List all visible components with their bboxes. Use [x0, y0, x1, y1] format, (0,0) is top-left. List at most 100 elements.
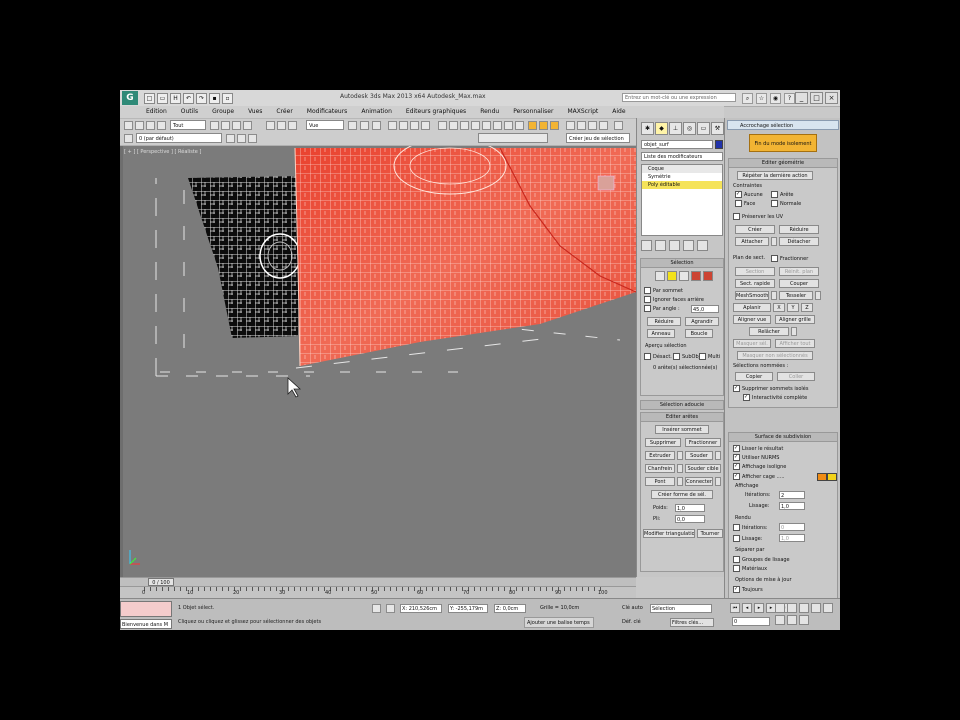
quickslice-button[interactable]: Sect. rapide: [735, 279, 775, 288]
unlink-icon[interactable]: [146, 121, 155, 130]
exit-isolation-button[interactable]: Fin du mode isolement: [749, 134, 817, 152]
bind-spacewarp-icon[interactable]: [157, 121, 166, 130]
constraint-edge-option[interactable]: Arête: [771, 191, 793, 198]
perspective-viewport[interactable]: [ + ] [ Perspective ] [ Réaliste ]: [120, 146, 636, 577]
remove-modifier-icon[interactable]: [683, 240, 694, 251]
render-iterations-checkbox[interactable]: [733, 524, 740, 531]
z-coordinate-field[interactable]: Z: 0,0cm: [494, 604, 526, 613]
preview-off-radio[interactable]: [644, 353, 651, 360]
menu-customize[interactable]: Personnaliser: [513, 106, 553, 118]
align-icon[interactable]: [460, 121, 469, 130]
undo-tool-icon[interactable]: [124, 121, 133, 130]
scale-icon[interactable]: [288, 121, 297, 130]
bridge-settings-icon[interactable]: [677, 477, 683, 486]
create-shape-button[interactable]: Créer forme de sél.: [651, 490, 713, 499]
loop-button[interactable]: Boucle: [685, 329, 713, 338]
menu-create[interactable]: Créer: [276, 106, 292, 118]
materials-checkbox[interactable]: [733, 565, 740, 572]
curve-editor-icon[interactable]: [493, 121, 502, 130]
add-time-tag-button[interactable]: Ajouter une balise temps: [524, 617, 594, 628]
angle-spinner[interactable]: 45,0: [691, 305, 719, 313]
vertex-level-icon[interactable]: [655, 271, 665, 281]
create-button[interactable]: Créer: [735, 225, 775, 234]
mirror-icon[interactable]: [449, 121, 458, 130]
preserve-uvs-option[interactable]: Préserver les UV: [733, 213, 783, 220]
reference-coord-select[interactable]: Vue: [306, 120, 344, 130]
project-icon[interactable]: ▫: [222, 93, 233, 104]
x-coordinate-field[interactable]: X: 210,526cm: [400, 604, 442, 613]
pin-stack-icon[interactable]: [641, 240, 652, 251]
slice-plane-label[interactable]: Plan de sect.: [733, 255, 765, 261]
element-level-icon[interactable]: [703, 271, 713, 281]
by-angle-option[interactable]: Par angle :: [644, 305, 680, 312]
smoothing-groups-checkbox[interactable]: [733, 556, 740, 563]
subdivision-title[interactable]: Surface de subdivision: [729, 433, 837, 442]
object-name-field[interactable]: objet_surf: [641, 140, 713, 149]
select-by-name-icon[interactable]: [221, 121, 230, 130]
make-planar-button[interactable]: Aplanir: [733, 303, 771, 312]
render-smoothness-spinner[interactable]: 1,0: [779, 534, 805, 542]
redo-icon[interactable]: ↷: [196, 93, 207, 104]
help-icon[interactable]: ?: [784, 93, 795, 104]
auto-key-label[interactable]: Clé auto: [622, 605, 643, 611]
snap-toggle-icon[interactable]: [388, 121, 397, 130]
render-iterations-option[interactable]: Itérations:: [733, 524, 768, 531]
maximize-icon[interactable]: □: [810, 92, 823, 104]
schematic-view-icon[interactable]: [504, 121, 513, 130]
meshsmooth-settings-icon[interactable]: [771, 291, 777, 300]
create-tab-icon[interactable]: ✱: [641, 122, 654, 135]
selection-rollout-title[interactable]: Sélection: [641, 259, 723, 268]
play-icon[interactable]: ▸: [754, 603, 764, 613]
relax-button[interactable]: Relâcher: [749, 327, 789, 336]
ignore-backfacing-option[interactable]: Ignorer faces arrière: [644, 296, 704, 303]
split-option[interactable]: Fractionner: [771, 255, 808, 262]
orbit-icon[interactable]: [787, 615, 797, 625]
paste-button[interactable]: Coller: [777, 372, 815, 381]
rotate-icon[interactable]: [277, 121, 286, 130]
polygon-level-icon[interactable]: [691, 271, 701, 281]
hide-unselected-button[interactable]: Masquer non sélectionnés: [737, 351, 813, 360]
utilities-tab-icon[interactable]: ⚒: [711, 122, 724, 135]
meshsmooth-button[interactable]: MeshSmooth: [735, 291, 769, 300]
smooth-result-option[interactable]: Lisser le résultat: [733, 445, 783, 452]
modify-tab-icon[interactable]: ◆: [655, 122, 668, 135]
chamfer-settings-icon[interactable]: [677, 464, 683, 473]
collapse-button[interactable]: Réduire: [779, 225, 819, 234]
make-unique-icon[interactable]: [669, 240, 680, 251]
cut-button[interactable]: Couper: [779, 279, 819, 288]
zoom-extents-all-icon[interactable]: [811, 603, 821, 613]
extrude-button[interactable]: Extruder: [645, 451, 675, 460]
update-always-radio[interactable]: [733, 586, 740, 593]
preview-off-option[interactable]: Désact.: [644, 353, 672, 360]
edit-geometry-title[interactable]: Editer géométrie: [729, 159, 837, 168]
render-iterations-spinner[interactable]: 0: [779, 523, 805, 531]
soft-selection-title[interactable]: Sélection adoucie: [641, 401, 723, 410]
connect-button[interactable]: Connecter: [685, 477, 713, 486]
display-tab-icon[interactable]: ▭: [697, 122, 710, 135]
attach-list-icon[interactable]: [771, 237, 777, 246]
constraint-face-radio[interactable]: [735, 200, 742, 207]
stack-item-symmetry[interactable]: Symétrie: [642, 173, 722, 181]
previous-frame-icon[interactable]: ◂: [742, 603, 752, 613]
render-smoothness-checkbox[interactable]: [733, 535, 740, 542]
edge-level-icon[interactable]: [667, 271, 677, 281]
tool-a-icon[interactable]: [566, 121, 575, 130]
by-vertex-option[interactable]: Par sommet: [644, 287, 683, 294]
menu-views[interactable]: Vues: [248, 106, 262, 118]
layer-manager-icon[interactable]: [471, 121, 480, 130]
edit-triangulation-button[interactable]: Modifier triangulation: [643, 529, 695, 538]
ring-button[interactable]: Anneau: [647, 329, 675, 338]
isoline-display-checkbox[interactable]: [733, 463, 740, 470]
connect-settings-icon[interactable]: [715, 477, 721, 486]
shrink-button[interactable]: Réduire: [647, 317, 681, 326]
zoom-all-icon[interactable]: [787, 603, 797, 613]
user-icon[interactable]: ◉: [770, 93, 781, 104]
border-level-icon[interactable]: [679, 271, 689, 281]
app-logo-icon[interactable]: G: [122, 91, 138, 105]
binoculars-icon[interactable]: ⌕: [742, 93, 753, 104]
close-icon[interactable]: ×: [825, 92, 838, 104]
open-icon[interactable]: ▭: [157, 93, 168, 104]
stack-item-shell[interactable]: Coque: [642, 165, 722, 173]
selection-filter-select[interactable]: Tout: [170, 120, 206, 130]
preview-multi-radio[interactable]: [699, 353, 706, 360]
